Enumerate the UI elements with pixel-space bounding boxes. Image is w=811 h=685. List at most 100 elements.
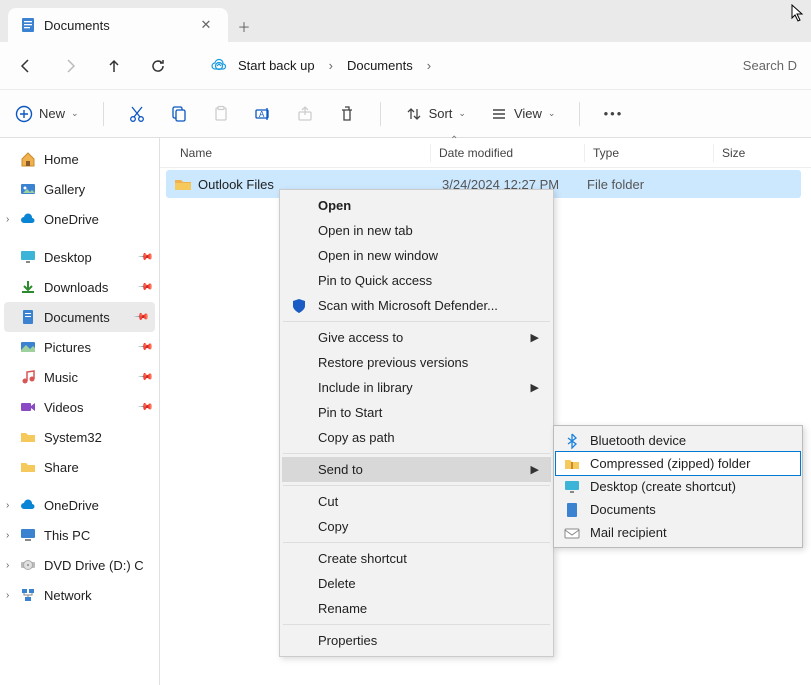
cm-pin-start[interactable]: Pin to Start [282, 400, 551, 425]
pc-icon [20, 527, 36, 543]
pin-icon: 📌 [136, 339, 153, 356]
cm-copy-path[interactable]: Copy as path [282, 425, 551, 450]
search-input[interactable]: Search D [743, 58, 797, 73]
view-icon [490, 105, 508, 123]
delete-icon[interactable] [338, 105, 356, 123]
sidebar-item-documents[interactable]: Documents📌 [4, 302, 155, 332]
shield-icon [290, 297, 308, 315]
cm-open-new-tab[interactable]: Open in new tab [282, 218, 551, 243]
column-headers[interactable]: ⌃ Name Date modified Type Size [160, 138, 811, 168]
column-name[interactable]: Name [180, 146, 430, 160]
paste-icon[interactable] [212, 105, 230, 123]
copy-icon[interactable] [170, 105, 188, 123]
sidebar-item-onedrive2[interactable]: ›OneDrive [0, 490, 159, 520]
sidebar-item-music[interactable]: Music📌 [0, 362, 159, 392]
sm-mail-recipient[interactable]: Mail recipient [556, 521, 800, 544]
chevron-right-icon: ▶ [531, 381, 539, 394]
onedrive-icon [20, 211, 36, 227]
cm-pin-quick-access[interactable]: Pin to Quick access [282, 268, 551, 293]
dvd-icon [20, 557, 36, 573]
sidebar-item-thispc[interactable]: ›This PC [0, 520, 159, 550]
breadcrumb-documents[interactable]: Documents [347, 58, 413, 73]
sidebar-item-videos[interactable]: Videos📌 [0, 392, 159, 422]
chevron-down-icon: ⌄ [71, 108, 79, 119]
new-tab-button[interactable]: ＋ [228, 10, 260, 42]
cm-copy[interactable]: Copy [282, 514, 551, 539]
column-type[interactable]: Type [593, 146, 713, 160]
videos-icon [20, 399, 36, 415]
sidebar-item-system32[interactable]: System32 [0, 422, 159, 452]
bluetooth-icon [563, 432, 581, 450]
cm-restore-versions[interactable]: Restore previous versions [282, 350, 551, 375]
back-button[interactable] [14, 58, 38, 74]
refresh-button[interactable] [146, 58, 170, 74]
new-button[interactable]: New ⌄ [15, 105, 79, 123]
forward-button[interactable] [58, 58, 82, 74]
sidebar-item-onedrive[interactable]: ›OneDrive [0, 204, 159, 234]
pin-icon: 📌 [136, 249, 153, 266]
sm-compressed-folder[interactable]: Compressed (zipped) folder [555, 451, 801, 476]
view-button[interactable]: View ⌄ [490, 105, 556, 123]
view-label: View [514, 106, 542, 121]
cloud-sync-icon [210, 57, 228, 75]
column-date[interactable]: Date modified [439, 146, 584, 160]
sidebar-item-gallery[interactable]: Gallery [0, 174, 159, 204]
folder-icon [20, 429, 36, 445]
cm-open-new-window[interactable]: Open in new window [282, 243, 551, 268]
folder-icon [174, 175, 192, 193]
sidebar-item-network[interactable]: ›Network [0, 580, 159, 610]
column-size[interactable]: Size [722, 146, 802, 160]
pin-icon: 📌 [136, 279, 153, 296]
sidebar-item-pictures[interactable]: Pictures📌 [0, 332, 159, 362]
desktop-icon [563, 478, 581, 496]
cm-send-to[interactable]: Send to▶ [282, 457, 551, 482]
plus-circle-icon [15, 105, 33, 123]
sort-button[interactable]: Sort ⌄ [405, 105, 466, 123]
toolbar: New ⌄ A Sort ⌄ View ⌄ ••• [0, 90, 811, 138]
svg-text:A: A [259, 110, 265, 119]
cm-cut[interactable]: Cut [282, 489, 551, 514]
sm-bluetooth[interactable]: Bluetooth device [556, 429, 800, 452]
cm-create-shortcut[interactable]: Create shortcut [282, 546, 551, 571]
desktop-icon [20, 249, 36, 265]
cut-icon[interactable] [128, 105, 146, 123]
sidebar-item-dvd[interactable]: ›DVD Drive (D:) C [0, 550, 159, 580]
cm-include-library[interactable]: Include in library▶ [282, 375, 551, 400]
zip-folder-icon [563, 455, 581, 473]
network-icon [20, 587, 36, 603]
context-menu: Open Open in new tab Open in new window … [279, 189, 554, 657]
new-label: New [39, 106, 65, 121]
onedrive-icon [20, 497, 36, 513]
chevron-right-icon: ▶ [531, 463, 539, 476]
sidebar-item-downloads[interactable]: Downloads📌 [0, 272, 159, 302]
sendto-submenu: Bluetooth device Compressed (zipped) fol… [553, 425, 803, 548]
sidebar-item-home[interactable]: Home [0, 144, 159, 174]
chevron-right-icon: › [6, 214, 9, 225]
sidebar-item-desktop[interactable]: Desktop📌 [0, 242, 159, 272]
cm-open[interactable]: Open [282, 193, 551, 218]
pin-icon: 📌 [136, 369, 153, 386]
cm-give-access[interactable]: Give access to▶ [282, 325, 551, 350]
title-bar: Documents ✕ ＋ [0, 0, 811, 42]
cm-properties[interactable]: Properties [282, 628, 551, 653]
pin-icon: 📌 [136, 399, 153, 416]
sidebar-item-share[interactable]: Share [0, 452, 159, 482]
breadcrumb[interactable]: Start back up › Documents › [210, 57, 723, 75]
more-icon[interactable]: ••• [604, 105, 622, 123]
rename-icon[interactable]: A [254, 105, 272, 123]
cm-rename[interactable]: Rename [282, 596, 551, 621]
chevron-down-icon: ⌄ [458, 108, 466, 119]
cm-delete[interactable]: Delete [282, 571, 551, 596]
tab-title: Documents [44, 18, 188, 33]
chevron-right-icon: › [427, 58, 431, 73]
window-tab[interactable]: Documents ✕ [8, 8, 228, 42]
chevron-right-icon: › [6, 500, 9, 511]
sm-desktop-shortcut[interactable]: Desktop (create shortcut) [556, 475, 800, 498]
home-icon [20, 151, 36, 167]
breadcrumb-backup[interactable]: Start back up [238, 58, 315, 73]
close-icon[interactable]: ✕ [196, 15, 216, 35]
cm-scan-defender[interactable]: Scan with Microsoft Defender... [282, 293, 551, 318]
share-icon[interactable] [296, 105, 314, 123]
sm-documents[interactable]: Documents [556, 498, 800, 521]
up-button[interactable] [102, 58, 126, 74]
